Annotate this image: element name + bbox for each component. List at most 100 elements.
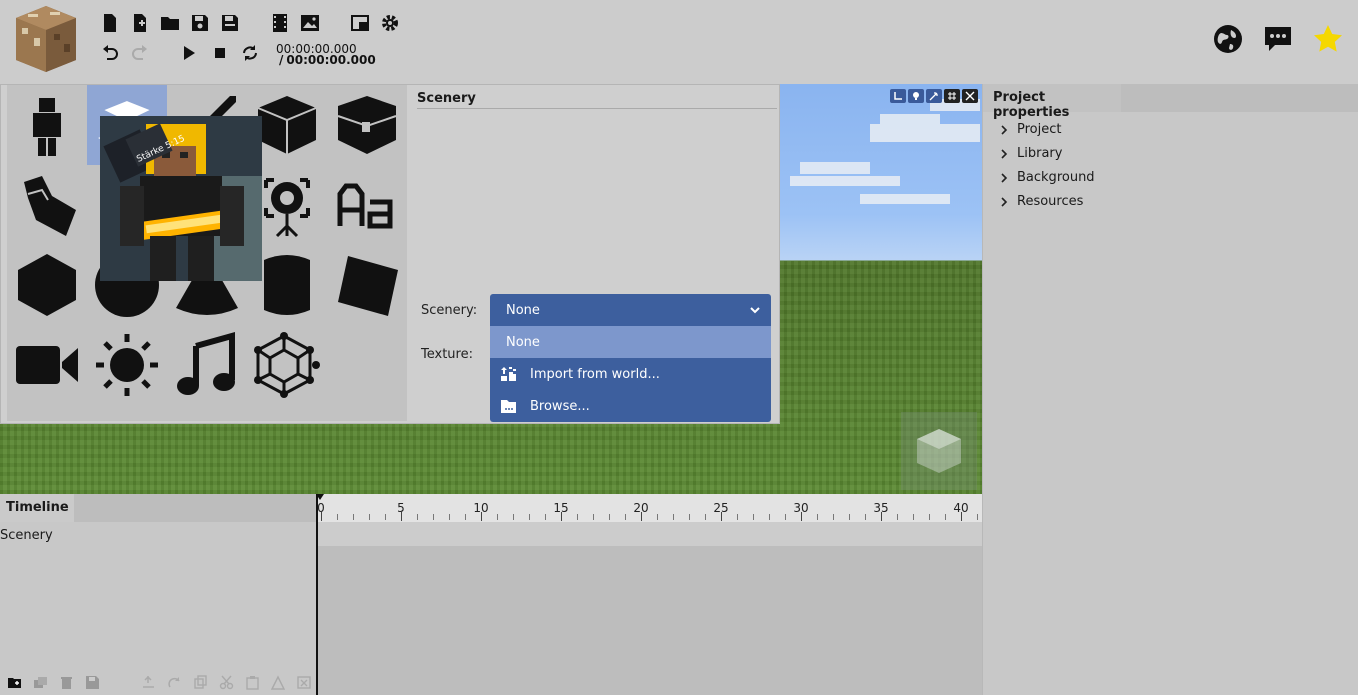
timeline-empty-area[interactable]: [318, 546, 982, 695]
undo-icon[interactable]: [99, 42, 121, 64]
toggle-panel-icon[interactable]: [349, 12, 371, 34]
ruler-minor-tick: [449, 514, 450, 520]
tree-item-label: Library: [1017, 146, 1063, 161]
chevron-right-icon: [1001, 124, 1008, 135]
stop-icon[interactable]: [209, 42, 231, 64]
chat-icon[interactable]: [1263, 24, 1293, 54]
option-label: Import from world...: [530, 366, 660, 382]
ruler-minor-tick: [737, 514, 738, 520]
scenery-section: Scenery: [417, 91, 777, 109]
cut-icon[interactable]: [216, 674, 236, 692]
new-folder-icon[interactable]: [4, 674, 24, 692]
top-toolbar: 00:00:00.000 /00:00:00.000: [0, 0, 1358, 84]
ruler-tick-label: 35: [873, 501, 889, 515]
ruler-minor-tick: [369, 514, 370, 520]
effects-icon[interactable]: [926, 89, 942, 103]
option-browse[interactable]: Browse...: [490, 390, 771, 422]
add-path-icon[interactable]: [247, 325, 327, 405]
scenery-select-value: None: [506, 302, 540, 318]
light-bulb-icon[interactable]: [908, 89, 924, 103]
ruler-tick-label: 25: [713, 501, 729, 515]
remove-keyframe-icon[interactable]: [294, 674, 314, 692]
ruler-minor-tick: [353, 514, 354, 520]
redo-icon[interactable]: [129, 42, 151, 64]
add-sun-icon[interactable]: [87, 325, 167, 405]
tree-item-library[interactable]: Library: [999, 146, 1062, 161]
paste-icon[interactable]: [242, 674, 262, 692]
ruler-minor-tick: [785, 514, 786, 520]
ruler-minor-tick: [433, 514, 434, 520]
playhead-marker-icon[interactable]: [316, 494, 324, 502]
ruler-minor-tick: [673, 514, 674, 520]
add-object-icon[interactable]: [7, 85, 87, 165]
tree-item-background[interactable]: Background: [999, 170, 1095, 185]
tree-item-label: Background: [1017, 170, 1095, 185]
render-movie-icon[interactable]: [269, 12, 291, 34]
settings-gear-icon[interactable]: [379, 12, 401, 34]
timeline-row-scenery[interactable]: Scenery: [0, 528, 53, 543]
add-surface-icon[interactable]: [327, 245, 407, 325]
tree-item-project[interactable]: Project: [999, 122, 1061, 137]
scenery-label: Scenery:: [421, 303, 478, 318]
ruler-minor-tick: [465, 514, 466, 520]
scenery-section-title: Scenery: [417, 91, 777, 109]
tree-item-resources[interactable]: Resources: [999, 194, 1083, 209]
add-special-block-icon[interactable]: [327, 85, 407, 165]
option-label: None: [506, 334, 540, 350]
keyframe-position-icon[interactable]: [138, 674, 158, 692]
properties-panel: Project properties Project Library Backg…: [982, 84, 1358, 695]
view-cube-icon[interactable]: [901, 412, 977, 490]
tab-project-properties[interactable]: Project properties: [983, 84, 1121, 120]
keyframe-rotation-icon[interactable]: [164, 674, 184, 692]
render-image-icon[interactable]: [299, 12, 321, 34]
ruler-minor-tick: [753, 514, 754, 520]
ruler-minor-tick: [705, 514, 706, 520]
loop-icon[interactable]: [239, 42, 261, 64]
add-audio-music-icon[interactable]: [167, 325, 247, 405]
star-icon[interactable]: [1313, 24, 1343, 54]
ruler-tick-label: 20: [633, 501, 649, 515]
option-none[interactable]: None: [490, 326, 771, 358]
trash-icon[interactable]: [56, 674, 76, 692]
time-separator: /: [279, 53, 284, 67]
option-import-from-world[interactable]: Import from world...: [490, 358, 771, 390]
ruler-minor-tick: [833, 514, 834, 520]
duplicate-icon[interactable]: [30, 674, 50, 692]
add-camera-icon[interactable]: [7, 325, 87, 405]
new-file-icon[interactable]: [99, 12, 121, 34]
timeline-ruler[interactable]: 0 5 10 15 20 25 30 35 40: [317, 494, 982, 522]
ruler-minor-tick: [337, 514, 338, 520]
keyframe-copy-icon[interactable]: [190, 674, 210, 692]
ruler-minor-tick: [945, 514, 946, 520]
open-folder-icon[interactable]: [159, 12, 181, 34]
add-cube-icon[interactable]: [7, 245, 87, 325]
ruler-tick-label: 40: [953, 501, 969, 515]
ruler-minor-tick: [929, 514, 930, 520]
globe-icon[interactable]: [1213, 24, 1243, 54]
save-icon[interactable]: [189, 12, 211, 34]
save-as-icon[interactable]: [219, 12, 241, 34]
play-icon[interactable]: [178, 42, 200, 64]
save-element-icon[interactable]: [82, 674, 102, 692]
axis-icon[interactable]: [890, 89, 906, 103]
ruler-minor-tick: [913, 514, 914, 520]
texture-label: Texture:: [421, 347, 473, 362]
grid-icon[interactable]: [944, 89, 960, 103]
add-model-icon[interactable]: [7, 165, 87, 245]
tree-item-label: Resources: [1017, 194, 1084, 209]
timeline-divider[interactable]: [316, 494, 318, 695]
fullscreen-icon[interactable]: [962, 89, 978, 103]
scenery-select[interactable]: None: [490, 294, 771, 326]
ruler-minor-tick: [897, 514, 898, 520]
timeline-footer-toolbar: [0, 670, 316, 695]
ruler-tick-label: 0: [317, 501, 325, 515]
add-text-icon[interactable]: [327, 165, 407, 245]
new-from-template-icon[interactable]: [129, 12, 151, 34]
timeline-track[interactable]: [318, 522, 982, 546]
viewport-toolbar: [890, 89, 978, 103]
paste-new-icon[interactable]: [268, 674, 288, 692]
total-time-value: 00:00:00.000: [286, 53, 376, 67]
tab-timeline[interactable]: Timeline: [0, 494, 74, 522]
ruler-tick-label: 10: [473, 501, 489, 515]
ruler-minor-tick: [977, 514, 978, 520]
